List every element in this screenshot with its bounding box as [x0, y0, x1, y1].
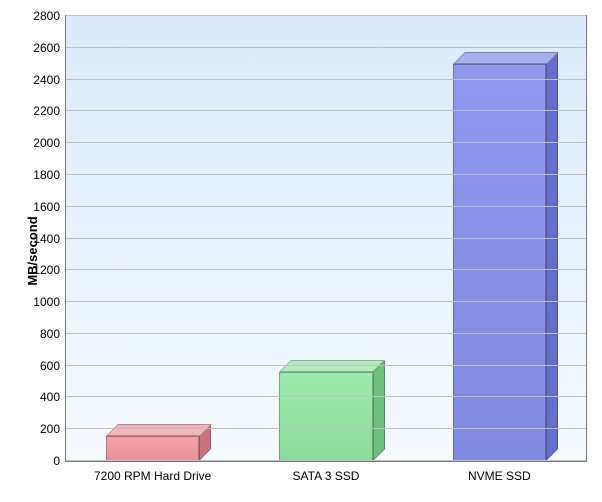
gridline: [66, 47, 586, 48]
category-label: NVME SSD: [468, 469, 531, 483]
y-tick-label: 2000: [33, 136, 60, 150]
y-tick-label: 2400: [33, 73, 60, 87]
bar-side: [546, 52, 558, 461]
bar-top: [279, 360, 385, 372]
y-tick-label: 1800: [33, 168, 60, 182]
y-tick-label: 1000: [33, 295, 60, 309]
y-tick-label: 1400: [33, 232, 60, 246]
y-tick-label: 2200: [33, 104, 60, 118]
bar-front: [279, 372, 373, 461]
bar-front: [106, 436, 200, 461]
bar-top: [453, 52, 559, 64]
gridline: [66, 333, 586, 334]
gridline: [66, 79, 586, 80]
gridline: [66, 460, 586, 461]
gridline: [66, 110, 586, 111]
bar: [106, 436, 200, 461]
plot-area: 0200400600800100012001400160018002000220…: [65, 15, 587, 462]
y-tick-label: 600: [40, 359, 60, 373]
y-tick-label: 0: [53, 454, 60, 468]
gridline: [66, 174, 586, 175]
gridline: [66, 396, 586, 397]
y-tick-label: 2600: [33, 41, 60, 55]
bar-front: [453, 64, 547, 461]
gridline: [66, 301, 586, 302]
gridline: [66, 142, 586, 143]
chart-container: MB/second 020040060080010001200140016001…: [0, 0, 602, 502]
gridline: [66, 428, 586, 429]
gridline: [66, 269, 586, 270]
gridline: [66, 206, 586, 207]
bar: [279, 372, 373, 461]
y-tick-label: 1200: [33, 263, 60, 277]
y-tick-label: 1600: [33, 200, 60, 214]
y-tick-label: 800: [40, 327, 60, 341]
bar-top: [106, 424, 212, 436]
y-tick-label: 200: [40, 422, 60, 436]
y-tick-label: 400: [40, 390, 60, 404]
bars-area: [66, 16, 586, 461]
category-label: 7200 RPM Hard Drive: [94, 469, 211, 483]
gridline: [66, 15, 586, 16]
y-tick-label: 2800: [33, 9, 60, 23]
bar: [453, 64, 547, 461]
category-label: SATA 3 SSD: [293, 469, 360, 483]
gridline: [66, 365, 586, 366]
gridline: [66, 238, 586, 239]
bar-side: [373, 360, 385, 461]
